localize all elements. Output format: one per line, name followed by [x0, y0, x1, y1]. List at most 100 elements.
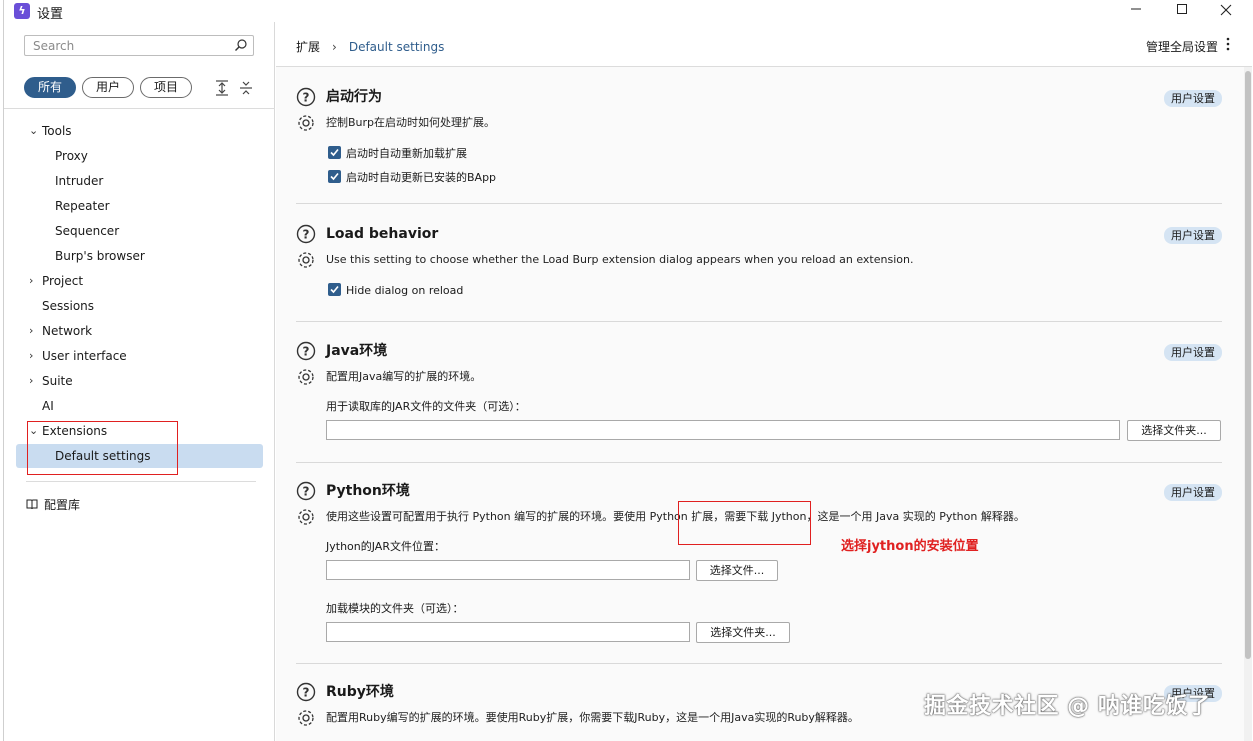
- close-icon: [1220, 4, 1232, 16]
- tree-item-repeater[interactable]: Repeater: [55, 195, 110, 217]
- tree-item-ai[interactable]: AI: [42, 395, 54, 417]
- window-title: 设置: [37, 7, 64, 22]
- help-icon[interactable]: ?: [296, 341, 316, 361]
- checkbox-checked-icon[interactable]: [328, 170, 341, 183]
- maximize-button[interactable]: [1160, 0, 1204, 22]
- checkbox-checked-icon[interactable]: [328, 283, 341, 296]
- jar-folder-label: 用于读取库的JAR文件的文件夹（可选）：: [326, 400, 526, 413]
- filter-all-button[interactable]: 所有: [24, 77, 76, 98]
- tree-item-network[interactable]: › Network: [4, 320, 264, 342]
- settings-content[interactable]: ? 启动行为 用户设置 控制Burp在启动时如何处理扩展。 启动时自动重新加载扩…: [276, 67, 1252, 741]
- tree-item-burps-browser[interactable]: Burp's browser: [55, 245, 145, 267]
- scrollbar-thumb[interactable]: [1245, 71, 1251, 659]
- choose-folder-button[interactable]: 选择文件夹...: [1127, 420, 1221, 441]
- minimize-icon: [1131, 8, 1141, 10]
- user-setting-badge: 用户设置: [1164, 484, 1222, 501]
- tree-item-label: User interface: [42, 349, 127, 363]
- minimize-button[interactable]: [1114, 0, 1158, 22]
- checkbox-label: 启动时自动更新已安装的BApp: [346, 171, 497, 184]
- checkbox-hide-dialog[interactable]: Hide dialog on reload: [328, 282, 463, 300]
- help-icon[interactable]: ?: [296, 87, 316, 107]
- divider: [296, 462, 1222, 463]
- svg-text:?: ?: [303, 91, 310, 105]
- manage-global-settings-button[interactable]: 管理全局设置: [1146, 38, 1218, 55]
- tree-item-project[interactable]: › Project: [4, 270, 264, 292]
- modules-folder-input[interactable]: [326, 622, 690, 642]
- tree-item-sessions[interactable]: Sessions: [42, 295, 94, 317]
- tree-item-tools[interactable]: ⌄ Tools: [4, 120, 264, 142]
- tree-item-intruder[interactable]: Intruder: [55, 170, 103, 192]
- section-description: 控制Burp在启动时如何处理扩展。: [326, 116, 496, 129]
- help-icon[interactable]: ?: [296, 481, 316, 501]
- checkbox-checked-icon[interactable]: [328, 146, 341, 159]
- tree-item-proxy[interactable]: Proxy: [55, 145, 88, 167]
- vertical-scrollbar[interactable]: [1244, 67, 1252, 741]
- help-icon[interactable]: ?: [296, 224, 316, 244]
- help-icon[interactable]: ?: [296, 682, 316, 702]
- gear-icon: [298, 115, 314, 131]
- annotation-highlight-box: [678, 501, 811, 545]
- book-icon: [26, 499, 38, 510]
- search-icon[interactable]: [234, 38, 248, 52]
- breadcrumb: 扩展 › Default settings: [296, 38, 444, 55]
- divider: [296, 663, 1222, 664]
- chevron-right-icon: ›: [29, 274, 34, 287]
- expand-all-icon[interactable]: [215, 80, 229, 96]
- chevron-down-icon: ⌄: [29, 124, 39, 137]
- collapse-all-icon[interactable]: [239, 80, 253, 96]
- section-description: Use this setting to choose whether the L…: [326, 253, 914, 266]
- user-setting-badge: 用户设置: [1164, 227, 1222, 244]
- choose-modules-folder-button[interactable]: 选择文件夹...: [696, 622, 790, 643]
- settings-window: ϟ 设置 所有 用户 项目: [3, 0, 1252, 741]
- chevron-right-icon: ›: [29, 374, 34, 387]
- tree-item-label: Project: [42, 274, 84, 288]
- breadcrumb-extensions[interactable]: 扩展: [296, 40, 320, 54]
- svg-text:?: ?: [303, 686, 310, 700]
- sidebar: 所有 用户 项目 ⌄ Tools Proxy: [4, 22, 275, 741]
- tree-item-suite[interactable]: › Suite: [4, 370, 264, 392]
- section-description: 配置用Java编写的扩展的环境。: [326, 370, 482, 383]
- section-title: Java环境: [326, 343, 388, 359]
- checkbox-label: 启动时自动重新加载扩展: [346, 147, 467, 160]
- section-title: 启动行为: [326, 89, 382, 105]
- tree-item-sequencer[interactable]: Sequencer: [55, 220, 119, 242]
- chevron-right-icon: ›: [29, 324, 34, 337]
- title-bar: ϟ 设置: [4, 0, 1252, 22]
- section-java-environment: ? Java环境 用户设置 配置用Java编写的扩展的环境。 用于读取库的JAR…: [296, 341, 1222, 451]
- user-setting-badge: 用户设置: [1164, 344, 1222, 361]
- checkbox-reload-extensions[interactable]: 启动时自动重新加载扩展: [328, 145, 467, 163]
- filter-user-button[interactable]: 用户: [82, 77, 134, 98]
- checkbox-label: Hide dialog on reload: [346, 284, 464, 297]
- jar-folder-input[interactable]: [326, 420, 1120, 440]
- checkbox-update-bapps[interactable]: 启动时自动更新已安装的BApp: [328, 169, 496, 187]
- divider: [4, 108, 275, 109]
- section-title: Ruby环境: [326, 684, 394, 700]
- jython-jar-input[interactable]: [326, 560, 690, 580]
- gear-icon: [298, 252, 314, 268]
- close-button[interactable]: [1204, 0, 1248, 22]
- jython-jar-label: Jython的JAR文件位置：: [326, 540, 445, 553]
- annotation-highlight-box: [27, 421, 178, 475]
- section-load-behavior: ? Load behavior 用户设置 Use this setting to…: [296, 224, 1222, 304]
- more-options-icon[interactable]: [1225, 36, 1231, 52]
- tree-item-label: Network: [42, 324, 93, 338]
- section-title: Python环境: [326, 483, 410, 499]
- user-setting-badge: 用户设置: [1164, 90, 1222, 107]
- annotation-text: 选择jython的安装位置: [841, 539, 979, 554]
- choose-file-button[interactable]: 选择文件...: [696, 560, 778, 581]
- search-input[interactable]: [25, 36, 225, 55]
- divider: [296, 321, 1222, 322]
- tree-item-label: Tools: [42, 124, 72, 138]
- divider: [26, 481, 256, 482]
- tree-item-user-interface[interactable]: › User interface: [4, 345, 264, 367]
- burp-lightning-icon: ϟ: [14, 3, 30, 19]
- main-panel: 扩展 › Default settings 管理全局设置 ? 启动行为 用户设置 控…: [276, 22, 1252, 741]
- breadcrumb-separator-icon: ›: [332, 40, 337, 54]
- modules-folder-label: 加载模块的文件夹（可选）：: [326, 602, 464, 615]
- gear-icon: [298, 509, 314, 525]
- config-library-link[interactable]: 配置库: [26, 494, 80, 516]
- tree-item-label: Suite: [42, 374, 73, 388]
- section-description: 使用这些设置可配置用于执行 Python 编写的扩展的环境。要使用 Python…: [326, 510, 1025, 523]
- breadcrumb-default-settings[interactable]: Default settings: [349, 40, 445, 54]
- filter-project-button[interactable]: 项目: [140, 77, 192, 98]
